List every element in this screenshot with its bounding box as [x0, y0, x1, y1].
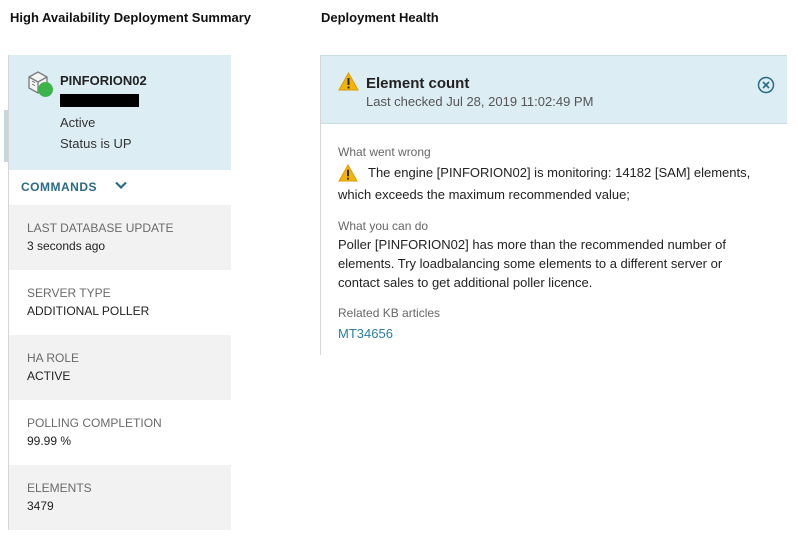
property-ha-role: HA ROLE ACTIVE: [9, 335, 231, 400]
property-value: ACTIVE: [27, 369, 71, 383]
what-went-wrong-text: The engine [PINFORION02] is monitoring: …: [368, 165, 751, 180]
property-polling-completion: POLLING COMPLETION 99.99 %: [9, 400, 231, 465]
left-nav-strip: [0, 55, 8, 530]
section-heading-ha-summary: High Availability Deployment Summary: [10, 10, 252, 25]
property-server-type: SERVER TYPE ADDITIONAL POLLER: [9, 270, 231, 335]
status-up-indicator: [38, 82, 53, 97]
alert-header: Element count Last checked Jul 28, 2019 …: [321, 55, 787, 124]
property-elements: ELEMENTS 3479: [9, 465, 231, 530]
property-value: 99.99 %: [27, 434, 72, 448]
what-went-wrong-label: What went wrong: [338, 145, 431, 159]
commands-toggle[interactable]: COMMANDS: [9, 170, 231, 205]
kb-article-link[interactable]: MT34656: [338, 326, 393, 341]
deployment-health-panel: Element count Last checked Jul 28, 2019 …: [320, 55, 787, 355]
server-name: PINFORION02: [60, 73, 147, 88]
ha-summary-panel: PINFORION02 Active Status is UP COMMANDS…: [8, 55, 231, 530]
server-state: Active: [60, 115, 96, 130]
alert-last-checked: Last checked Jul 28, 2019 11:02:49 PM: [366, 94, 594, 109]
related-kb-label: Related KB articles: [338, 306, 441, 320]
close-icon[interactable]: [757, 76, 775, 94]
commands-label: COMMANDS: [21, 180, 97, 194]
property-last-database-update: LAST DATABASE UPDATE 3 seconds ago: [9, 205, 231, 270]
property-value: 3 seconds ago: [27, 239, 106, 253]
what-you-can-do-text: elements. Try loadbalancing some element…: [338, 256, 723, 271]
section-heading-deployment-health: Deployment Health: [321, 10, 439, 25]
alert-title: Element count: [366, 75, 470, 92]
what-you-can-do-text: contact sales to get additional poller l…: [338, 275, 593, 290]
property-label: POLLING COMPLETION: [27, 416, 162, 430]
property-label: SERVER TYPE: [27, 286, 111, 300]
warning-icon: [338, 72, 359, 91]
what-you-can-do-label: What you can do: [338, 219, 429, 233]
redacted-text: [60, 94, 139, 107]
property-value: 3479: [27, 499, 54, 513]
server-status: Status is UP: [60, 136, 132, 151]
property-label: LAST DATABASE UPDATE: [27, 221, 174, 235]
server-card[interactable]: PINFORION02 Active Status is UP: [9, 55, 231, 170]
property-label: HA ROLE: [27, 351, 80, 365]
chevron-down-icon: [115, 181, 127, 190]
what-you-can-do-text: Poller [PINFORION02] has more than the r…: [338, 237, 727, 252]
warning-icon: [338, 164, 358, 182]
property-label: ELEMENTS: [27, 481, 92, 495]
property-value: ADDITIONAL POLLER: [27, 304, 150, 318]
what-went-wrong-text: which exceeds the maximum recommended va…: [338, 187, 630, 202]
